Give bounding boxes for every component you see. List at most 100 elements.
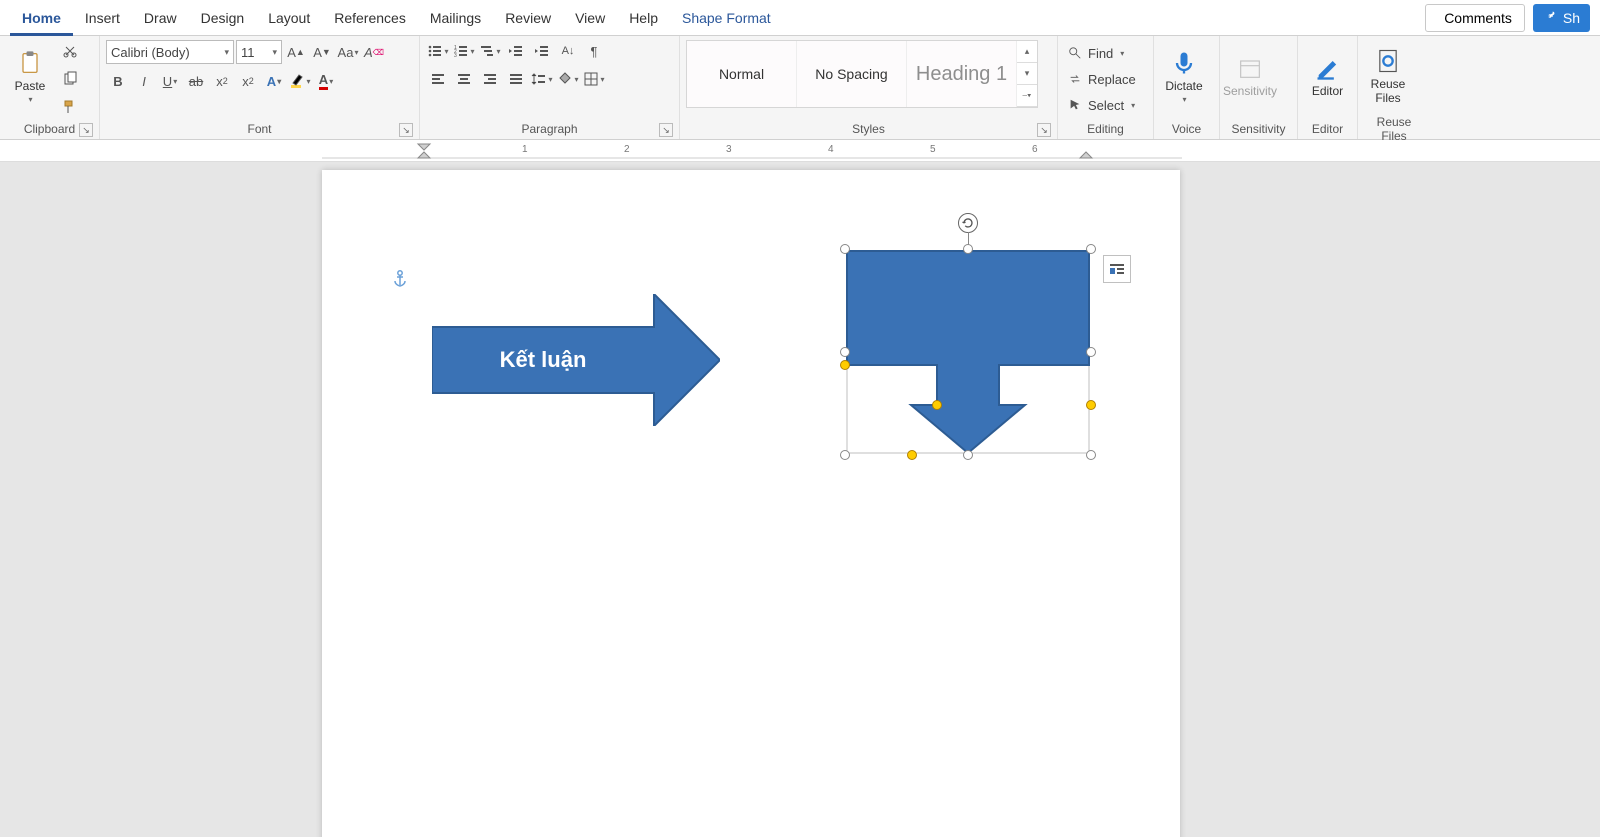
rotate-handle[interactable] <box>958 213 978 233</box>
line-spacing-button[interactable]: ▾ <box>530 68 554 90</box>
decrease-indent-button[interactable] <box>504 40 528 62</box>
shading-button[interactable]: ▾ <box>556 68 580 90</box>
style-heading-1[interactable]: Heading 1 <box>907 41 1017 107</box>
paragraph-launcher[interactable]: ↘ <box>659 123 673 137</box>
tab-review[interactable]: Review <box>493 0 563 36</box>
indent-marker-right[interactable] <box>1078 140 1098 162</box>
tab-home[interactable]: Home <box>10 0 73 36</box>
dictate-button[interactable]: Dictate ▾ <box>1160 40 1208 112</box>
style-normal[interactable]: Normal <box>687 41 797 107</box>
font-name-combo[interactable]: Calibri (Body)▾ <box>106 40 234 64</box>
clipboard-launcher[interactable]: ↘ <box>79 123 93 137</box>
resize-handle-ne[interactable] <box>1086 244 1096 254</box>
reuse-files-button[interactable]: Reuse Files <box>1364 40 1412 112</box>
indent-marker-left[interactable] <box>416 140 436 162</box>
share-button[interactable]: Sh <box>1533 4 1590 32</box>
styles-up-button[interactable]: ▴ <box>1017 41 1037 63</box>
font-label: Font <box>247 122 271 136</box>
document-workspace[interactable]: Kết luận <box>0 162 1600 837</box>
font-size-value: 11 <box>241 45 255 60</box>
align-center-button[interactable] <box>452 68 476 90</box>
underline-button[interactable]: U▾ <box>158 70 182 92</box>
numbering-button[interactable]: 123▾ <box>452 40 476 62</box>
chevron-down-icon: ▾ <box>1182 95 1186 104</box>
resize-handle-e[interactable] <box>1086 347 1096 357</box>
paste-button[interactable]: Paste ▾ <box>6 40 54 112</box>
resize-handle-w[interactable] <box>840 347 850 357</box>
resize-handle-s[interactable] <box>963 450 973 460</box>
increase-indent-button[interactable] <box>530 40 554 62</box>
font-launcher[interactable]: ↘ <box>399 123 413 137</box>
font-size-combo[interactable]: 11▾ <box>236 40 282 64</box>
adjust-handle-2[interactable] <box>932 400 942 410</box>
styles-scroll: ▴ ▾ ⎯▾ <box>1017 41 1037 107</box>
shape-right-arrow[interactable]: Kết luận <box>432 294 720 426</box>
resize-handle-sw[interactable] <box>840 450 850 460</box>
bullets-button[interactable]: ▾ <box>426 40 450 62</box>
editor-btn-label: Editor <box>1312 84 1343 98</box>
adjust-handle-1[interactable] <box>840 360 850 370</box>
strikethrough-button[interactable]: ab <box>184 70 208 92</box>
sort-button[interactable]: A↓ <box>556 40 580 62</box>
clear-formatting-button[interactable]: A⌫ <box>362 41 386 63</box>
align-right-button[interactable] <box>478 68 502 90</box>
borders-button[interactable]: ▾ <box>582 68 606 90</box>
resize-handle-nw[interactable] <box>840 244 850 254</box>
resize-handle-se[interactable] <box>1086 450 1096 460</box>
justify-button[interactable] <box>504 68 528 90</box>
group-paragraph: ▾ 123▾ ▾ A↓ ¶ ▾ ▾ ▾ Paragraph↘ <box>420 36 680 139</box>
tab-draw[interactable]: Draw <box>132 0 189 36</box>
tab-shape-format[interactable]: Shape Format <box>670 0 783 36</box>
ruler-tick-4: 4 <box>828 144 834 155</box>
multilevel-list-button[interactable]: ▾ <box>478 40 502 62</box>
shape-down-arrow-callout[interactable] <box>845 249 1091 455</box>
select-button[interactable]: Select▾ <box>1064 94 1140 116</box>
style-no-spacing[interactable]: No Spacing <box>797 41 907 107</box>
copy-button[interactable] <box>58 68 82 90</box>
ruler-tick-3: 3 <box>726 144 732 155</box>
horizontal-ruler[interactable]: 1 2 3 4 5 6 <box>0 140 1600 162</box>
share-label: Sh <box>1563 10 1580 26</box>
tab-layout[interactable]: Layout <box>256 0 322 36</box>
tab-references[interactable]: References <box>322 0 418 36</box>
editor-button[interactable]: Editor <box>1304 40 1351 112</box>
comments-button[interactable]: Comments <box>1425 4 1525 32</box>
shrink-font-button[interactable]: A▼ <box>310 41 334 63</box>
group-editing: Find▾ Replace Select▾ Editing <box>1058 36 1154 139</box>
ruler-tick-5: 5 <box>930 144 936 155</box>
styles-launcher[interactable]: ↘ <box>1037 123 1051 137</box>
replace-button[interactable]: Replace <box>1064 68 1140 90</box>
styles-more-button[interactable]: ⎯▾ <box>1017 85 1037 107</box>
sensitivity-btn-label: Sensitivity <box>1223 84 1277 98</box>
resize-handle-n[interactable] <box>963 244 973 254</box>
share-icon <box>1543 9 1557 26</box>
superscript-button[interactable]: x2 <box>236 70 260 92</box>
align-left-button[interactable] <box>426 68 450 90</box>
tab-design[interactable]: Design <box>189 0 257 36</box>
change-case-button[interactable]: Aa▾ <box>336 41 360 63</box>
italic-button[interactable]: I <box>132 70 156 92</box>
cut-button[interactable] <box>58 40 82 62</box>
font-color-button[interactable]: A▾ <box>314 70 338 92</box>
tab-insert[interactable]: Insert <box>73 0 132 36</box>
subscript-button[interactable]: x2 <box>210 70 234 92</box>
ruler-tick-6: 6 <box>1032 144 1038 155</box>
tab-view[interactable]: View <box>563 0 617 36</box>
styles-down-button[interactable]: ▾ <box>1017 63 1037 85</box>
bold-button[interactable]: B <box>106 70 130 92</box>
group-sensitivity: Sensitivity Sensitivity <box>1220 36 1298 139</box>
tab-mailings[interactable]: Mailings <box>418 0 493 36</box>
grow-font-button[interactable]: A▲ <box>284 41 308 63</box>
format-painter-button[interactable] <box>58 96 82 118</box>
show-marks-button[interactable]: ¶ <box>582 40 606 62</box>
anchor-icon[interactable] <box>392 270 408 293</box>
highlight-button[interactable]: ▾ <box>288 70 312 92</box>
dictate-label: Dictate <box>1165 79 1202 93</box>
tab-help[interactable]: Help <box>617 0 670 36</box>
find-button[interactable]: Find▾ <box>1064 42 1140 64</box>
ruler-tick-2: 2 <box>624 144 630 155</box>
adjust-handle-3[interactable] <box>1086 400 1096 410</box>
adjust-handle-4[interactable] <box>907 450 917 460</box>
layout-options-button[interactable] <box>1103 255 1131 283</box>
text-effects-button[interactable]: A▾ <box>262 70 286 92</box>
